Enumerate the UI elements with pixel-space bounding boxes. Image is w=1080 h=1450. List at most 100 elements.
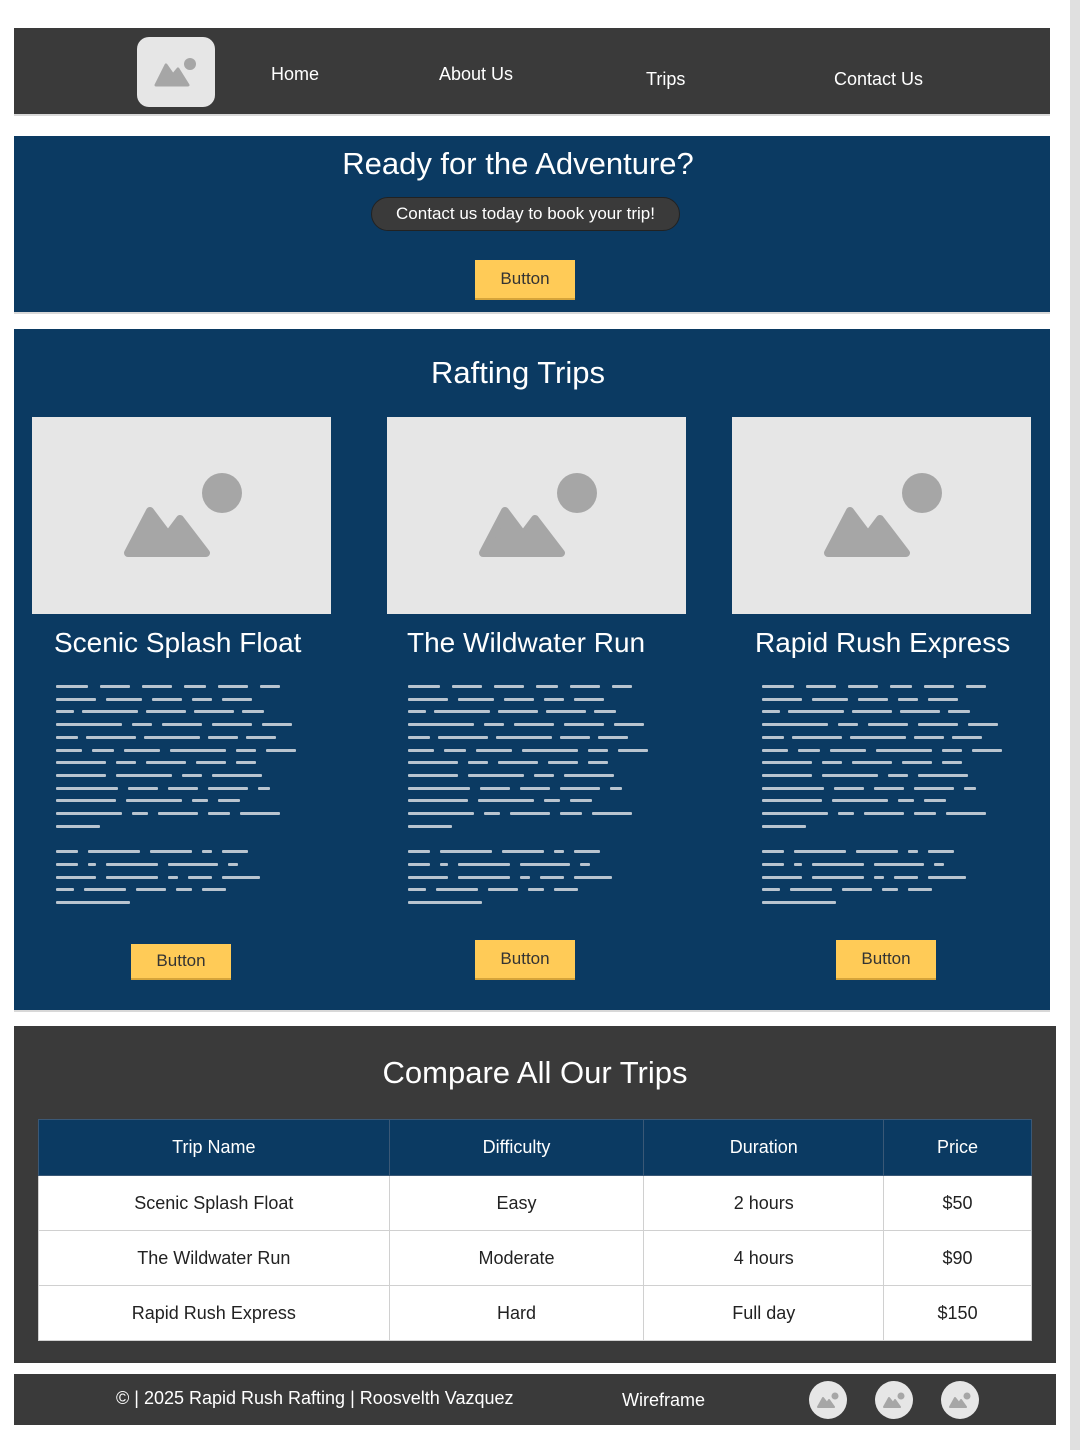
footer-copyright: © | 2025 Rapid Rush Rafting | Roosvelth … bbox=[116, 1388, 514, 1408]
placeholder-text-line bbox=[182, 773, 202, 777]
column-header-difficulty: Difficulty bbox=[388, 1119, 645, 1176]
placeholder-text-line bbox=[934, 862, 944, 866]
placeholder-text-line bbox=[564, 723, 604, 727]
placeholder-text-line bbox=[106, 697, 142, 701]
placeholder-text-line bbox=[408, 862, 430, 866]
placeholder-text-line bbox=[212, 723, 252, 727]
nav-link-contact-us[interactable]: Contact Us bbox=[834, 69, 923, 90]
placeholder-text-line bbox=[458, 697, 494, 701]
placeholder-text-line bbox=[408, 723, 474, 727]
placeholder-text-line bbox=[874, 875, 884, 879]
placeholder-text-line bbox=[202, 888, 226, 892]
placeholder-text-line bbox=[832, 799, 888, 803]
placeholder-text-line bbox=[192, 799, 208, 803]
placeholder-text-line bbox=[236, 761, 256, 765]
placeholder-text-line bbox=[546, 710, 586, 714]
placeholder-text-line bbox=[928, 850, 954, 854]
placeholder-text-line bbox=[520, 875, 530, 879]
social-link[interactable] bbox=[941, 1381, 979, 1419]
placeholder-text-line bbox=[812, 875, 864, 879]
table-cell: 4 hours bbox=[643, 1230, 885, 1286]
placeholder-text-line bbox=[56, 786, 118, 790]
placeholder-text-line bbox=[56, 748, 82, 752]
placeholder-text-line bbox=[136, 888, 166, 892]
logo[interactable] bbox=[137, 37, 215, 107]
nav-link-home[interactable]: Home bbox=[271, 64, 319, 85]
placeholder-text-line bbox=[942, 748, 962, 752]
placeholder-text-line bbox=[522, 748, 578, 752]
placeholder-text-line bbox=[168, 875, 178, 879]
trip-card-button[interactable]: Button bbox=[475, 940, 575, 980]
table-row: Rapid Rush Express Hard Full day $150 bbox=[38, 1285, 1032, 1341]
placeholder-text-line bbox=[762, 685, 794, 688]
placeholder-text-line bbox=[56, 888, 74, 892]
placeholder-text-line bbox=[842, 888, 872, 892]
placeholder-text-line bbox=[762, 786, 824, 790]
placeholder-text-line bbox=[128, 786, 158, 790]
placeholder-text-line bbox=[900, 710, 940, 714]
placeholder-text-line bbox=[574, 850, 600, 854]
image-placeholder-icon bbox=[823, 472, 942, 557]
placeholder-text-line bbox=[408, 773, 458, 777]
placeholder-text-line bbox=[806, 685, 836, 688]
table-cell: Scenic Splash Float bbox=[38, 1175, 390, 1231]
trip-card-button[interactable]: Button bbox=[131, 944, 231, 980]
placeholder-text-line bbox=[868, 723, 908, 727]
placeholder-text-line bbox=[924, 685, 954, 688]
placeholder-text-line bbox=[452, 685, 482, 688]
placeholder-text-line bbox=[440, 862, 448, 866]
rafting-trips-section: Rafting Trips Scenic Splash Float Button… bbox=[14, 329, 1050, 1012]
placeholder-text-line bbox=[56, 862, 78, 866]
placeholder-text-line bbox=[570, 685, 600, 688]
placeholder-text-line bbox=[188, 875, 212, 879]
placeholder-text-line bbox=[762, 748, 788, 752]
placeholder-text-line bbox=[408, 875, 448, 879]
placeholder-text-line bbox=[478, 799, 534, 803]
placeholder-text-line bbox=[222, 850, 248, 854]
trip-card-button[interactable]: Button bbox=[836, 940, 936, 980]
placeholder-text-line bbox=[192, 697, 212, 701]
placeholder-text-line bbox=[208, 812, 230, 815]
placeholder-text-line bbox=[408, 888, 426, 892]
social-link[interactable] bbox=[875, 1381, 913, 1419]
placeholder-text-line bbox=[762, 824, 806, 828]
placeholder-text-line bbox=[56, 723, 122, 727]
placeholder-text-line bbox=[116, 773, 172, 777]
placeholder-text-line bbox=[858, 697, 888, 701]
hero-button[interactable]: Button bbox=[475, 260, 575, 300]
table-cell: $50 bbox=[883, 1175, 1032, 1231]
placeholder-text-line bbox=[852, 761, 892, 765]
placeholder-text-line bbox=[544, 799, 560, 803]
placeholder-text-line bbox=[502, 850, 544, 854]
placeholder-text-line bbox=[520, 786, 550, 790]
placeholder-text-line bbox=[106, 862, 158, 866]
placeholder-text-line bbox=[852, 710, 892, 714]
nav-link-about-us[interactable]: About Us bbox=[439, 64, 513, 85]
placeholder-text-line bbox=[408, 812, 474, 815]
page-scrollbar[interactable] bbox=[1070, 0, 1080, 1450]
placeholder-text-line bbox=[890, 685, 912, 688]
table-cell: Easy bbox=[388, 1175, 645, 1231]
placeholder-text-line bbox=[208, 735, 238, 739]
column-header-duration: Duration bbox=[643, 1119, 885, 1176]
placeholder-text-line bbox=[946, 812, 986, 815]
placeholder-text-line bbox=[56, 799, 116, 803]
placeholder-text-line bbox=[56, 824, 100, 828]
placeholder-text-line bbox=[924, 799, 946, 803]
placeholder-text-line bbox=[882, 888, 898, 892]
hero-subtitle-pill: Contact us today to book your trip! bbox=[371, 197, 680, 231]
table-row: The Wildwater Run Moderate 4 hours $90 bbox=[38, 1230, 1032, 1286]
placeholder-text-line bbox=[158, 812, 198, 815]
placeholder-text-line bbox=[476, 748, 512, 752]
nav-link-trips[interactable]: Trips bbox=[646, 69, 685, 90]
placeholder-text-line bbox=[966, 685, 986, 688]
placeholder-text-line bbox=[540, 875, 564, 879]
placeholder-text-line bbox=[968, 723, 998, 727]
social-link[interactable] bbox=[809, 1381, 847, 1419]
placeholder-text-line bbox=[194, 710, 234, 714]
placeholder-text-line bbox=[762, 862, 784, 866]
placeholder-text-line bbox=[408, 786, 470, 790]
placeholder-text-line bbox=[142, 685, 172, 688]
placeholder-text-line bbox=[132, 812, 148, 815]
image-placeholder-icon bbox=[883, 1392, 905, 1408]
